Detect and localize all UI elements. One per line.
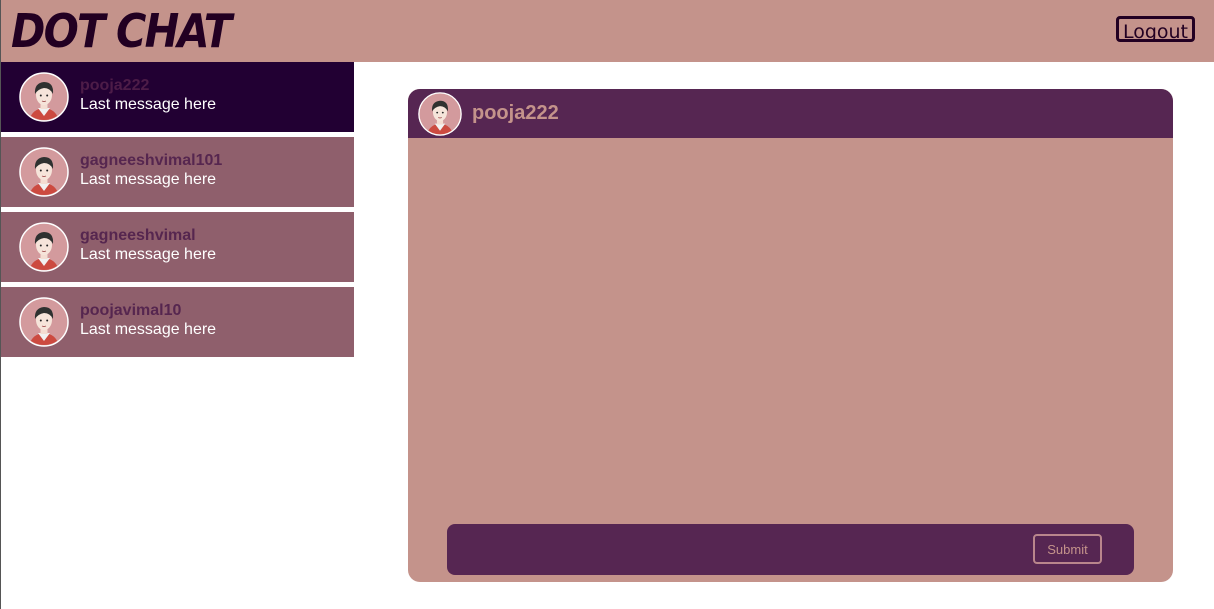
app-logo: DOT CHAT: [11, 4, 232, 58]
contact-last-message: Last message here: [80, 246, 217, 263]
message-composer: Submit: [447, 524, 1134, 575]
user-avatar-icon: [19, 222, 69, 272]
contact-item[interactable]: gagneeshvimal Last message here: [1, 212, 354, 282]
message-input[interactable]: [459, 534, 1023, 566]
chat-header: pooja222: [408, 89, 1173, 138]
user-avatar-icon: [418, 92, 462, 136]
contact-name: poojavimal10: [80, 302, 182, 319]
contact-name: gagneeshvimal: [80, 227, 196, 244]
user-avatar-icon: [19, 72, 69, 122]
user-avatar-icon: [19, 297, 69, 347]
contact-last-message: Last message here: [80, 321, 217, 338]
user-avatar-icon: [19, 147, 69, 197]
chat-window: pooja222 Submit: [408, 89, 1173, 582]
contact-item[interactable]: pooja222 Last message here: [1, 62, 354, 132]
contact-name: gagneeshvimal101: [80, 152, 223, 169]
submit-button[interactable]: Submit: [1033, 534, 1102, 564]
logout-button[interactable]: Logout: [1115, 16, 1195, 43]
chat-recipient-name: pooja222: [472, 102, 559, 124]
contact-name: pooja222: [80, 77, 150, 94]
contact-item[interactable]: poojavimal10 Last message here: [1, 287, 354, 357]
contacts-sidebar: pooja222 Last message here gagneeshvimal…: [1, 62, 354, 362]
contact-last-message: Last message here: [80, 96, 217, 113]
app-header: DOT CHAT Logout: [1, 0, 1214, 62]
contact-item[interactable]: gagneeshvimal101 Last message here: [1, 137, 354, 207]
contact-last-message: Last message here: [80, 171, 217, 188]
